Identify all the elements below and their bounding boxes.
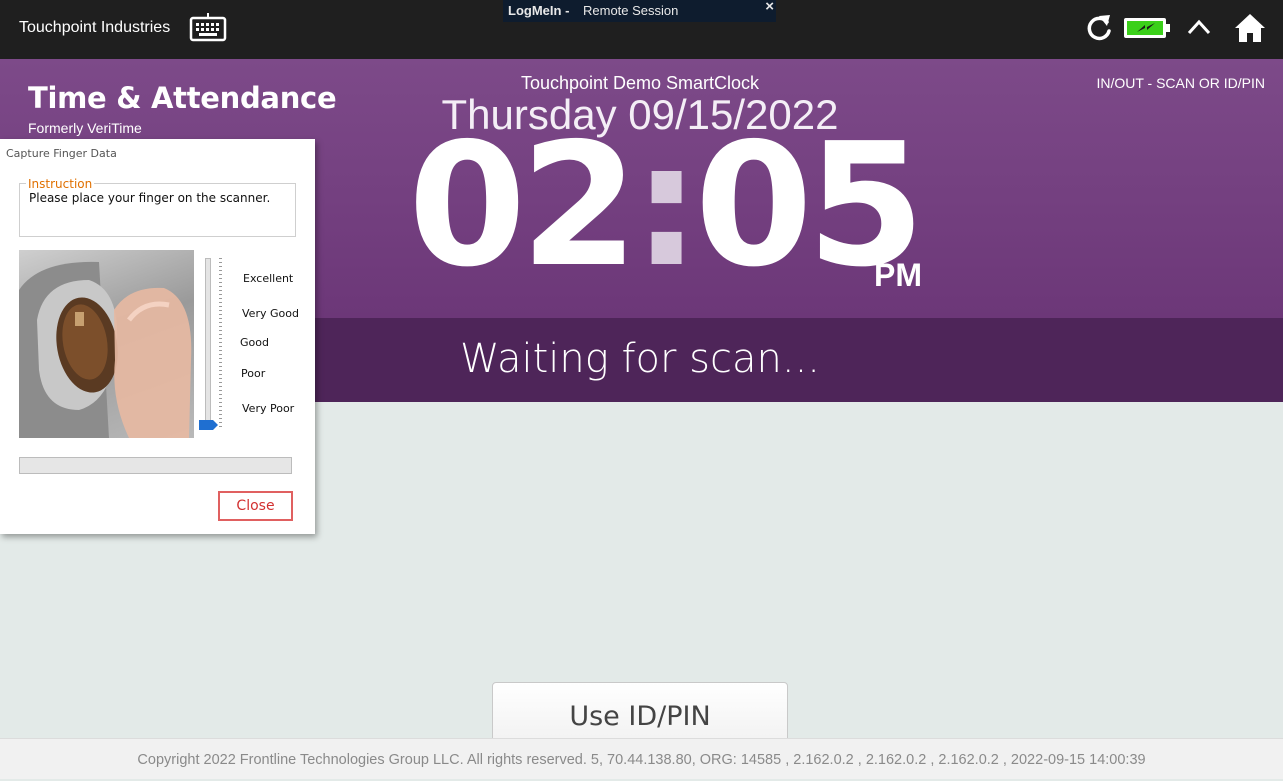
instruction-text: Please place your finger on the scanner.: [29, 191, 271, 205]
capture-finger-dialog: Capture Finger Data Instruction Please p…: [0, 139, 315, 534]
remote-session-banner: LogMeIn - Remote Session ×: [503, 0, 776, 22]
remote-session-label: Remote Session: [583, 3, 679, 18]
app-title: Time & Attendance: [28, 81, 337, 115]
close-button[interactable]: Close: [218, 491, 293, 521]
quality-label-poor: Poor: [241, 367, 266, 380]
logmein-brand: LogMeIn -: [508, 3, 570, 18]
close-session-icon[interactable]: ×: [765, 0, 774, 15]
instruction-legend: Instruction: [26, 177, 95, 191]
app-subtitle: Formerly VeriTime: [28, 120, 142, 136]
scan-status: Waiting for scan...: [459, 336, 821, 382]
top-bar: Touchpoint Industries LogMeIn - Remote S…: [0, 0, 1283, 59]
footer-copyright: Copyright 2022 Frontline Technologies Gr…: [0, 738, 1283, 779]
capture-progress-bar: [19, 457, 292, 474]
collapse-caret-icon[interactable]: [1186, 16, 1212, 38]
quality-label-very-good: Very Good: [242, 307, 299, 320]
keyboard-icon[interactable]: [189, 12, 227, 42]
quality-slider-ticks: [219, 258, 222, 428]
scanner-finger-picture: [19, 261, 192, 438]
time-colon: :: [632, 107, 701, 305]
time-ampm: PM: [874, 257, 922, 293]
quality-label-good: Good: [240, 336, 269, 349]
use-id-pin-button[interactable]: Use ID/PIN: [492, 682, 788, 742]
time-hours: 02: [408, 107, 639, 305]
quality-label-very-poor: Very Poor: [242, 402, 295, 415]
quality-slider-track: [205, 258, 211, 430]
quality-slider-thumb[interactable]: [199, 420, 218, 430]
instruction-group: Instruction Please place your finger on …: [19, 177, 296, 237]
home-icon[interactable]: [1234, 12, 1266, 44]
mode-hint: IN/OUT - SCAN OR ID/PIN: [1096, 75, 1265, 91]
dialog-title: Capture Finger Data: [6, 147, 117, 160]
current-time: 02:05: [408, 121, 925, 291]
quality-label-excellent: Excellent: [243, 272, 294, 285]
fingerprint-preview-image: [19, 250, 194, 438]
company-name: Touchpoint Industries: [19, 19, 171, 36]
refresh-icon[interactable]: [1085, 13, 1113, 43]
battery-icon: [1124, 18, 1170, 38]
